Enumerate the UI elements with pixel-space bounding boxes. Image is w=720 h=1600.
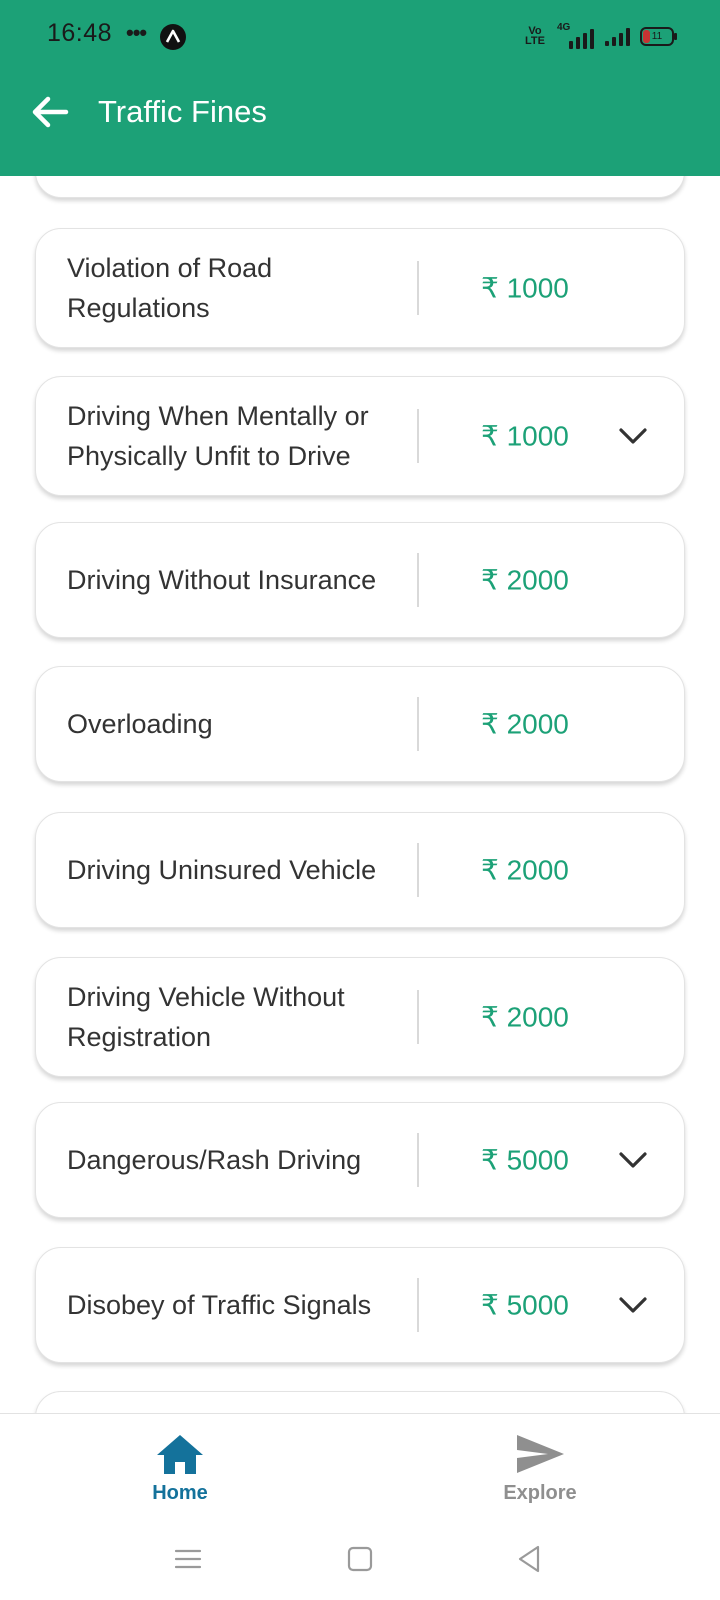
card-divider bbox=[417, 990, 419, 1044]
card-divider bbox=[417, 553, 419, 607]
fine-label: Driving Vehicle Without Registration bbox=[67, 982, 345, 1052]
card-divider bbox=[417, 409, 419, 463]
card-divider bbox=[417, 843, 419, 897]
square-icon[interactable] bbox=[344, 1543, 376, 1575]
fine-amount: ₹ 5000 bbox=[481, 1144, 569, 1176]
app-header: 16:48 ••• Vo LTE 4G 11 Traffic Fines bbox=[0, 0, 720, 176]
fine-card[interactable]: Driving Without Insurance ₹ 2000 bbox=[35, 522, 685, 638]
bottom-navigation: Home Explore bbox=[0, 1413, 720, 1522]
page-title: Traffic Fines bbox=[98, 94, 267, 129]
fine-card[interactable]: Driving When Mentally or Physically Unfi… bbox=[35, 376, 685, 496]
network-4g-indicator: 4G bbox=[555, 22, 595, 49]
nav-explore-label: Explore bbox=[503, 1482, 577, 1504]
home-icon bbox=[157, 1435, 203, 1474]
fine-card-partial[interactable] bbox=[35, 1391, 685, 1414]
back-triangle-icon[interactable] bbox=[514, 1543, 546, 1575]
nav-home-label: Home bbox=[152, 1482, 208, 1504]
status-time: 16:48 bbox=[47, 19, 113, 47]
volte-indicator: Vo LTE bbox=[525, 25, 545, 47]
chevron-down-icon[interactable] bbox=[618, 1295, 648, 1315]
fine-card[interactable]: Overloading ₹ 2000 bbox=[35, 666, 685, 782]
fine-label: Driving When Mentally or Physically Unfi… bbox=[67, 401, 369, 471]
nav-explore-tab[interactable]: Explore bbox=[470, 1432, 610, 1505]
back-arrow-icon[interactable] bbox=[28, 90, 72, 134]
battery-icon: 11 bbox=[640, 26, 677, 46]
nav-home-tab[interactable]: Home bbox=[110, 1432, 250, 1505]
fine-card[interactable]: Disobey of Traffic Signals ₹ 5000 bbox=[35, 1247, 685, 1363]
battery-level: 11 bbox=[651, 30, 663, 42]
fine-label: Overloading bbox=[67, 709, 213, 739]
signal-bars-icon bbox=[569, 29, 594, 49]
fine-card[interactable]: Driving Vehicle Without Registration ₹ 2… bbox=[35, 957, 685, 1077]
fine-amount: ₹ 5000 bbox=[481, 1289, 569, 1321]
card-divider bbox=[417, 261, 419, 315]
fine-amount: ₹ 2000 bbox=[481, 564, 569, 596]
fine-amount: ₹ 1000 bbox=[481, 272, 569, 304]
fines-list[interactable]: Violation of Road Regulations ₹ 1000 Dri… bbox=[0, 176, 720, 1414]
card-divider bbox=[417, 697, 419, 751]
fine-label: Driving Without Insurance bbox=[67, 565, 377, 595]
chevron-down-icon[interactable] bbox=[618, 426, 648, 446]
fine-amount: ₹ 2000 bbox=[481, 1001, 569, 1033]
status-more-dots: ••• bbox=[126, 20, 147, 45]
fine-label: Disobey of Traffic Signals bbox=[67, 1290, 372, 1320]
signal-bars-icon bbox=[605, 26, 630, 46]
system-navigation-bar bbox=[0, 1521, 720, 1600]
fine-label: Violation of Road Regulations bbox=[67, 253, 273, 323]
send-icon bbox=[517, 1435, 564, 1473]
fine-amount: ₹ 1000 bbox=[481, 420, 569, 452]
menu-icon[interactable] bbox=[172, 1543, 204, 1575]
status-right-group: Vo LTE 4G 11 bbox=[525, 22, 677, 50]
status-bar: 16:48 ••• Vo LTE 4G 11 bbox=[0, 0, 720, 72]
fine-amount: ₹ 2000 bbox=[481, 708, 569, 740]
card-divider bbox=[417, 1278, 419, 1332]
card-divider bbox=[417, 1133, 419, 1187]
fine-card[interactable]: Driving Uninsured Vehicle ₹ 2000 bbox=[35, 812, 685, 928]
fine-label: Dangerous/Rash Driving bbox=[67, 1145, 362, 1175]
fine-label: Driving Uninsured Vehicle bbox=[67, 855, 377, 885]
chevron-down-icon[interactable] bbox=[618, 1150, 648, 1170]
notification-app-icon bbox=[160, 24, 186, 50]
fine-amount: ₹ 2000 bbox=[481, 854, 569, 886]
fine-card-partial[interactable] bbox=[35, 176, 685, 198]
fine-card[interactable]: Dangerous/Rash Driving ₹ 5000 bbox=[35, 1102, 685, 1218]
fine-card[interactable]: Violation of Road Regulations ₹ 1000 bbox=[35, 228, 685, 348]
